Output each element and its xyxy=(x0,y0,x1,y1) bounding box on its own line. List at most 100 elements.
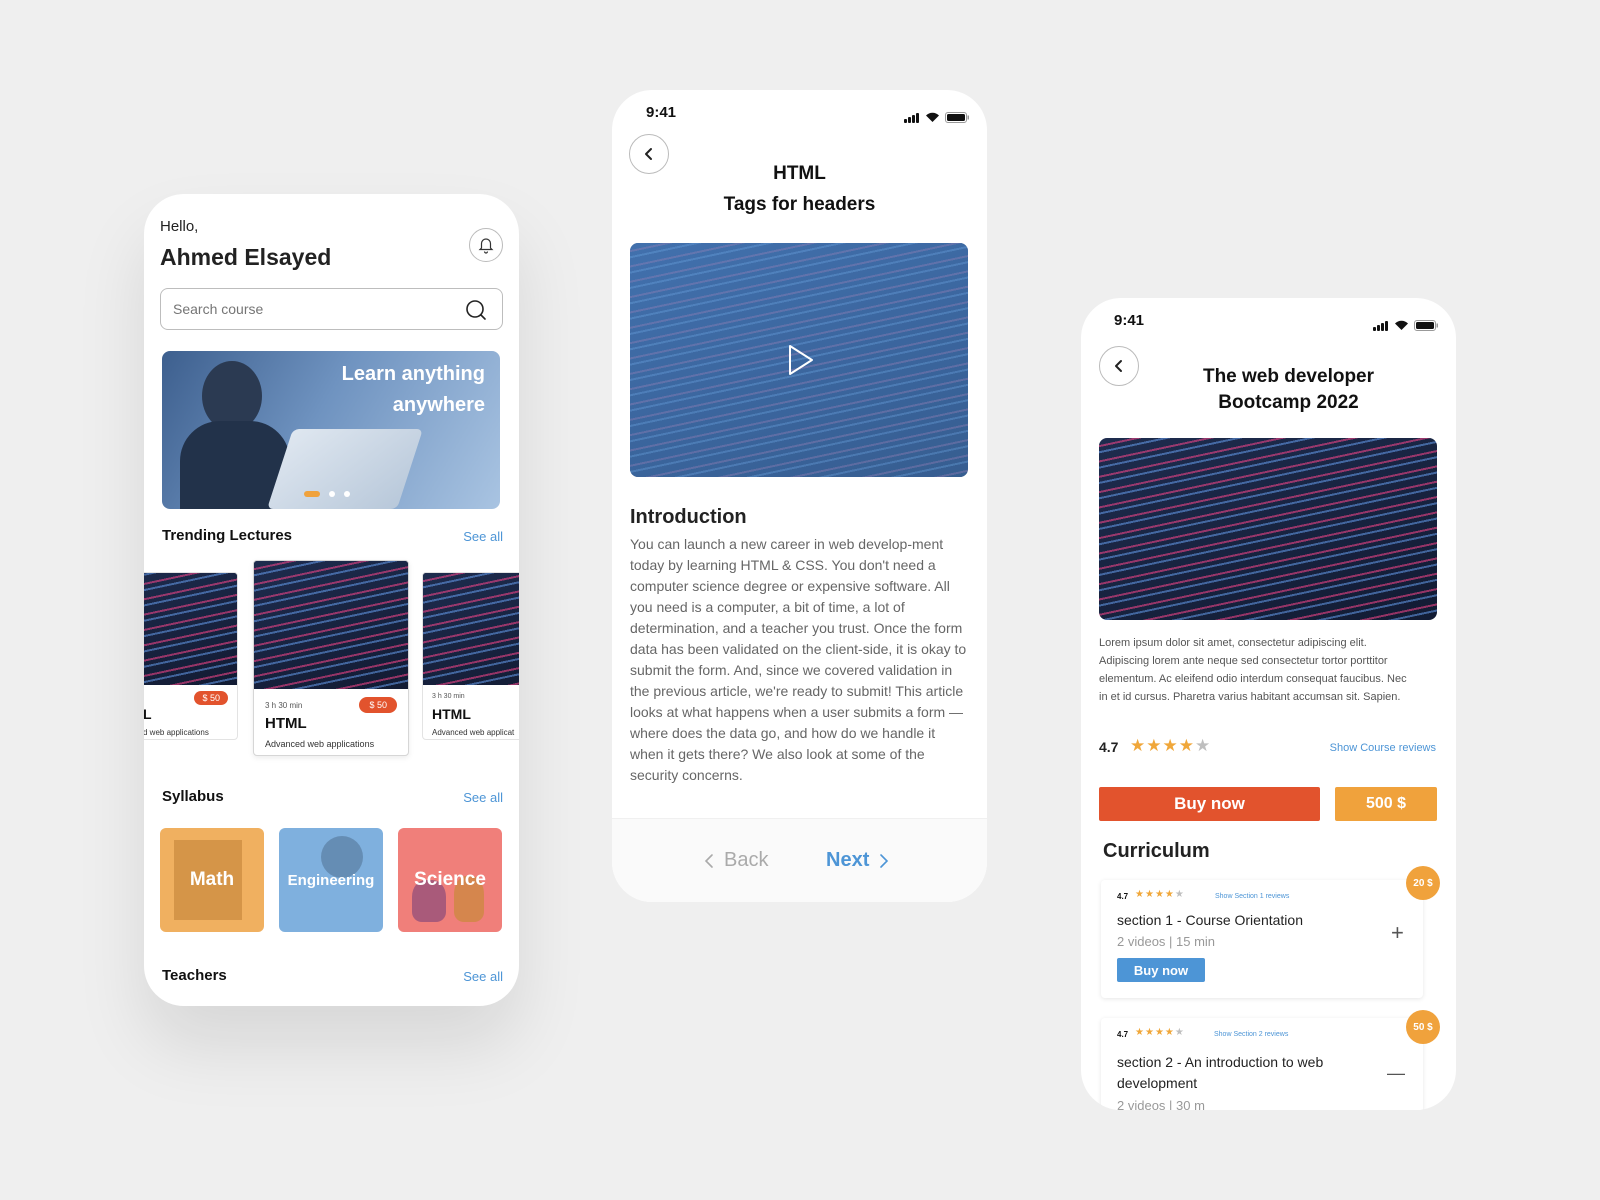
card-duration: 3 h 30 min xyxy=(432,693,465,700)
card-thumbnail xyxy=(254,561,408,689)
trending-card[interactable]: $ 50 L d web applications xyxy=(144,572,238,740)
teachers-see-all-link[interactable]: See all xyxy=(463,969,503,984)
syllabus-math-card[interactable]: Math xyxy=(160,828,264,932)
section-title: section 2 - An introduction to web devel… xyxy=(1117,1054,1324,1091)
play-icon[interactable] xyxy=(786,343,816,377)
search-input[interactable] xyxy=(173,299,443,319)
signal-icon xyxy=(1373,313,1389,331)
carousel-dots[interactable] xyxy=(304,491,350,497)
course-title-line-1: The web developer xyxy=(1202,366,1375,387)
section-rating: 4.7 xyxy=(1117,892,1129,901)
card-title: L xyxy=(144,706,152,722)
trending-see-all-link[interactable]: See all xyxy=(463,529,503,544)
wifi-icon xyxy=(1395,320,1408,330)
next-nav-button[interactable]: Next xyxy=(826,849,889,872)
course-rating-stars: ★★★★★ xyxy=(1130,736,1212,755)
section-meta: 2 videos | 15 min xyxy=(1117,934,1216,949)
syllabus-see-all-link[interactable]: See all xyxy=(463,790,503,805)
battery-icon xyxy=(945,112,969,123)
expand-section-button[interactable]: + xyxy=(1391,922,1404,944)
trending-card[interactable]: 3 h 30 min $ 50 HTML Advanced web applic… xyxy=(253,560,409,756)
carousel-dot[interactable] xyxy=(344,491,350,497)
search-icon[interactable] xyxy=(464,298,488,322)
card-title: HTML xyxy=(265,715,307,732)
course-title-line-2: Bootcamp 2022 xyxy=(1218,392,1359,413)
section-stars: ★★★★★ xyxy=(1135,1027,1185,1038)
chevron-left-icon xyxy=(704,853,713,868)
section-reviews-link[interactable]: Show Section 1 reviews xyxy=(1215,893,1289,900)
next-nav-label: Next xyxy=(826,849,870,871)
section-price: 20 $ xyxy=(1413,877,1433,889)
syllabus-label: Math xyxy=(189,869,235,890)
section-meta: 2 videos | 30 m xyxy=(1117,1098,1205,1110)
syllabus-label: Science xyxy=(414,869,486,890)
course-price-label: 500 $ xyxy=(1365,795,1407,812)
buy-now-label: Buy now xyxy=(1174,794,1245,813)
course-price-badge: 500 $ xyxy=(1335,787,1437,821)
back-nav-label: Back xyxy=(724,849,769,871)
show-course-reviews-link[interactable]: Show Course reviews xyxy=(1330,742,1436,754)
carousel-dot[interactable] xyxy=(304,491,320,497)
syllabus-engineering-card[interactable]: Engineering xyxy=(279,828,383,932)
course-detail-screen: 9:41 The web developer Bootcamp 2022 Lor… xyxy=(1081,298,1456,1110)
curriculum-section[interactable]: 4.7 ★★★★★ Show Section 1 reviews section… xyxy=(1101,880,1423,998)
teachers-title: Teachers xyxy=(162,967,227,984)
banner-line-2: anywhere xyxy=(392,394,485,416)
curriculum-title: Curriculum xyxy=(1103,840,1210,862)
lesson-nav-bar: Back Next xyxy=(612,818,987,902)
back-nav-button[interactable]: Back xyxy=(704,849,768,872)
signal-icon xyxy=(904,105,920,123)
section-stars: ★★★★★ xyxy=(1135,889,1185,900)
section-reviews-link[interactable]: Show Section 2 reviews xyxy=(1214,1031,1288,1038)
course-description: Lorem ipsum dolor sit amet, consectetur … xyxy=(1099,637,1407,703)
chevron-right-icon xyxy=(880,853,889,868)
user-name: Ahmed Elsayed xyxy=(160,244,332,270)
notification-button[interactable] xyxy=(469,228,503,262)
lesson-title-line-1: HTML xyxy=(773,163,826,184)
trending-card[interactable]: 3 h 30 min HTML Advanced web applicat xyxy=(422,572,519,740)
card-subtitle: d web applications xyxy=(144,728,209,737)
card-thumbnail xyxy=(423,573,519,685)
status-icons xyxy=(1373,313,1438,331)
trending-title: Trending Lectures xyxy=(162,527,293,544)
section-buy-button[interactable]: Buy now xyxy=(1117,958,1205,982)
banner-line-1: Learn anything xyxy=(341,363,485,385)
syllabus-label: Engineering xyxy=(287,871,375,889)
lesson-screen: 9:41 HTML Tags for headers Introduction … xyxy=(612,90,987,902)
section-buy-label: Buy now xyxy=(1133,962,1189,978)
buy-now-button[interactable]: Buy now xyxy=(1099,787,1320,821)
syllabus-science-card[interactable]: Science xyxy=(398,828,502,932)
carousel-dot[interactable] xyxy=(329,491,335,497)
card-price-badge: $ 50 xyxy=(194,691,228,705)
promo-banner[interactable]: Learn anything anywhere xyxy=(162,351,500,509)
laptop-image xyxy=(267,429,423,509)
lesson-video[interactable] xyxy=(630,243,968,477)
section-price-badge: 20 $ xyxy=(1406,866,1440,900)
course-cover-image xyxy=(1099,438,1437,620)
course-rating-value: 4.7 xyxy=(1099,739,1119,755)
search-field[interactable] xyxy=(160,288,503,330)
home-screen: Hello, Ahmed Elsayed Learn anything anyw… xyxy=(144,194,519,1006)
section-title: section 1 - Course Orientation xyxy=(1117,912,1303,928)
intro-heading: Introduction xyxy=(630,506,747,528)
section-price: 50 $ xyxy=(1413,1021,1433,1033)
card-title: HTML xyxy=(432,706,471,722)
wifi-icon xyxy=(926,112,939,122)
card-subtitle: Advanced web applicat xyxy=(432,728,515,737)
bell-icon xyxy=(478,238,494,254)
status-time: 9:41 xyxy=(1114,312,1145,329)
card-price-badge: $ 50 xyxy=(359,697,397,713)
greeting-text: Hello, xyxy=(160,218,199,235)
status-icons xyxy=(904,105,969,123)
section-price-badge: 50 $ xyxy=(1406,1010,1440,1044)
curriculum-section[interactable]: 4.7 ★★★★★ Show Section 2 reviews section… xyxy=(1101,1018,1423,1110)
card-thumbnail xyxy=(144,573,237,685)
card-duration: 3 h 30 min xyxy=(265,701,303,710)
syllabus-title: Syllabus xyxy=(162,788,224,805)
collapse-section-button[interactable]: — xyxy=(1387,1064,1405,1082)
section-rating: 4.7 xyxy=(1117,1030,1129,1039)
card-subtitle: Advanced web applications xyxy=(265,739,375,749)
lesson-title-line-2: Tags for headers xyxy=(723,194,876,215)
intro-text: You can launch a new career in web devel… xyxy=(630,536,967,783)
status-time: 9:41 xyxy=(646,104,677,121)
